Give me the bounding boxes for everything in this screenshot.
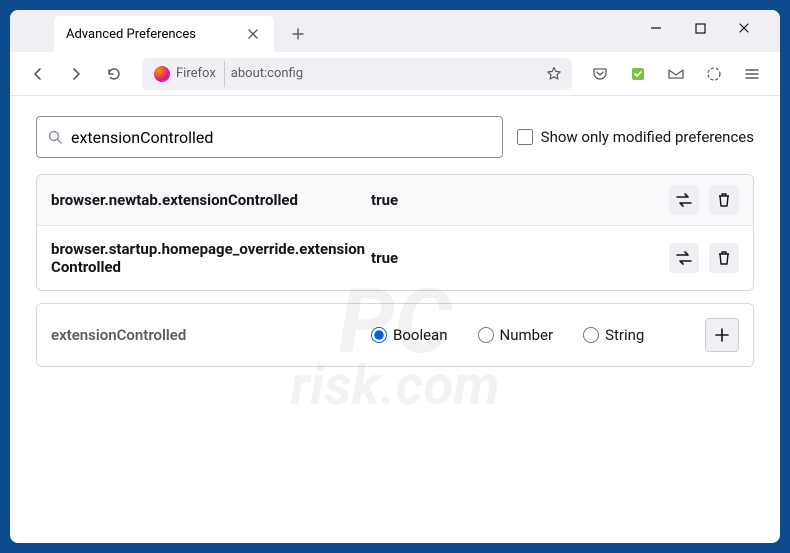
toggle-button[interactable]: [669, 243, 699, 273]
tab-bar: Advanced Preferences: [10, 10, 780, 52]
search-input[interactable]: [71, 128, 492, 147]
pocket-icon[interactable]: [584, 58, 616, 90]
site-identity[interactable]: Firefox: [146, 61, 225, 87]
preference-row: browser.newtab.extensionControlled true: [37, 175, 753, 226]
new-pref-name: extensionControlled: [51, 326, 371, 344]
search-row: Show only modified preferences: [36, 116, 754, 158]
plus-icon: [715, 328, 729, 342]
delete-button[interactable]: [709, 185, 739, 215]
pref-value: true: [371, 191, 669, 209]
delete-button[interactable]: [709, 243, 739, 273]
reload-button[interactable]: [98, 58, 130, 90]
show-modified-input[interactable]: [517, 129, 533, 145]
page-content: Show only modified preferences browser.n…: [10, 96, 780, 543]
back-button[interactable]: [22, 58, 54, 90]
url-text: about:config: [231, 66, 540, 81]
close-window-button[interactable]: [730, 14, 758, 42]
radio-number[interactable]: Number: [478, 326, 554, 344]
browser-window: Advanced Preferences Firefox about:confi…: [10, 10, 780, 543]
search-icon: [47, 129, 63, 145]
account-icon[interactable]: [698, 58, 730, 90]
type-radio-group: Boolean Number String: [371, 326, 705, 344]
forward-button[interactable]: [60, 58, 92, 90]
toggle-button[interactable]: [669, 185, 699, 215]
tab-title: Advanced Preferences: [66, 27, 196, 42]
show-modified-checkbox[interactable]: Show only modified preferences: [517, 128, 754, 146]
bookmark-star-icon[interactable]: [546, 66, 562, 82]
search-box[interactable]: [36, 116, 503, 158]
radio-string[interactable]: String: [583, 326, 644, 344]
maximize-button[interactable]: [686, 14, 714, 42]
extension-icon[interactable]: [622, 58, 654, 90]
show-modified-label: Show only modified preferences: [541, 128, 754, 146]
new-tab-button[interactable]: [282, 18, 314, 50]
pref-name: browser.newtab.extensionControlled: [51, 191, 371, 209]
minimize-button[interactable]: [642, 14, 670, 42]
window-controls: [642, 14, 772, 52]
identity-label: Firefox: [176, 66, 216, 81]
radio-boolean[interactable]: Boolean: [371, 326, 448, 344]
pref-name: browser.startup.homepage_override.extens…: [51, 240, 371, 276]
preference-row: browser.startup.homepage_override.extens…: [37, 226, 753, 290]
new-preference-row: extensionControlled Boolean Number Strin…: [36, 303, 754, 367]
add-button[interactable]: [705, 318, 739, 352]
app-menu-button[interactable]: [736, 58, 768, 90]
pref-value: true: [371, 249, 669, 267]
nav-toolbar: Firefox about:config: [10, 52, 780, 96]
mail-icon[interactable]: [660, 58, 692, 90]
address-bar[interactable]: Firefox about:config: [142, 58, 572, 90]
close-tab-icon[interactable]: [244, 25, 262, 43]
tab-advanced-preferences[interactable]: Advanced Preferences: [54, 16, 274, 52]
preference-list: browser.newtab.extensionControlled true …: [36, 174, 754, 291]
firefox-icon: [154, 66, 170, 82]
